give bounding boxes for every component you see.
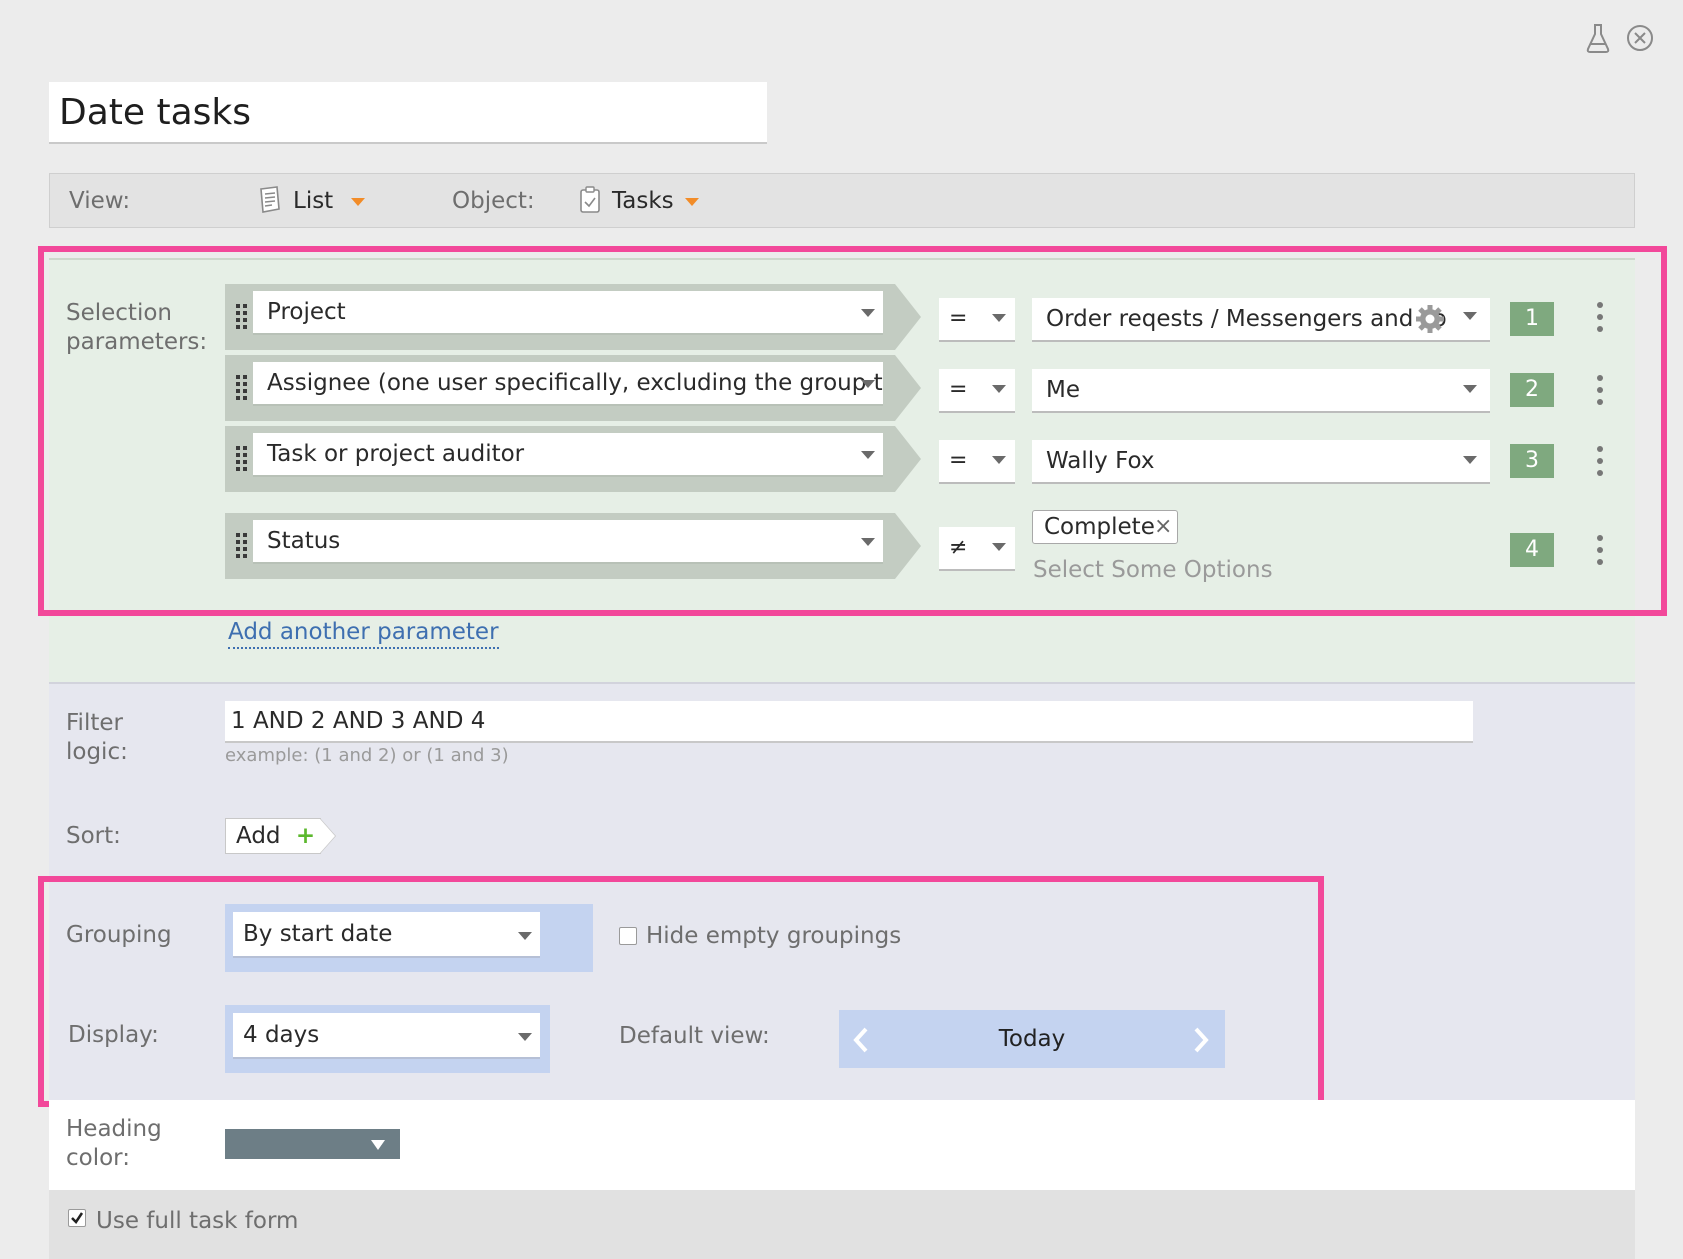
checkmark-icon <box>71 1212 84 1224</box>
report-title-text: Date tasks <box>59 92 252 133</box>
heading-color-label-line2: color: <box>66 1145 130 1171</box>
heading-color-picker[interactable] <box>225 1129 400 1159</box>
view-value: List <box>293 188 334 214</box>
full-task-form-section: Use full task form <box>49 1190 1635 1259</box>
list-doc-icon <box>260 186 280 213</box>
view-dropdown-icon <box>351 198 365 206</box>
clipboard-icon <box>580 186 600 213</box>
add-parameter-link[interactable]: Add another parameter <box>228 617 499 649</box>
sort-add-label: Add <box>236 823 281 849</box>
object-selector[interactable]: Tasks <box>578 184 708 218</box>
sort-add-button[interactable]: Add + <box>225 818 321 854</box>
sort-label: Sort: <box>66 823 121 849</box>
view-bar: View: List Object: Tasks <box>49 173 1635 228</box>
full-task-form-checkbox[interactable] <box>68 1209 86 1227</box>
heading-color-label-line1: Heading <box>66 1116 162 1142</box>
sort-add-arrow-fill <box>320 819 335 853</box>
flask-icon[interactable] <box>1585 22 1615 54</box>
view-label: View: <box>69 188 131 214</box>
report-title-field[interactable]: Date tasks <box>49 82 767 144</box>
filter-label-line1: Filter <box>66 710 123 736</box>
plus-icon: + <box>295 823 316 849</box>
object-value: Tasks <box>612 188 674 214</box>
full-task-form-label: Use full task form <box>96 1208 299 1234</box>
highlight-box <box>38 246 1667 616</box>
view-selector[interactable]: List <box>255 184 375 218</box>
chevron-down-icon <box>371 1140 385 1150</box>
filter-logic-input[interactable]: 1 AND 2 AND 3 AND 4 <box>225 701 1473 743</box>
filter-label-line2: logic: <box>66 739 128 765</box>
close-circle-icon[interactable] <box>1625 22 1655 54</box>
highlight-box <box>38 876 1324 1107</box>
object-dropdown-icon <box>685 198 699 206</box>
filter-logic-value: 1 AND 2 AND 3 AND 4 <box>231 708 486 734</box>
object-label: Object: <box>452 188 535 214</box>
filter-logic-hint: example: (1 and 2) or (1 and 3) <box>225 745 509 766</box>
